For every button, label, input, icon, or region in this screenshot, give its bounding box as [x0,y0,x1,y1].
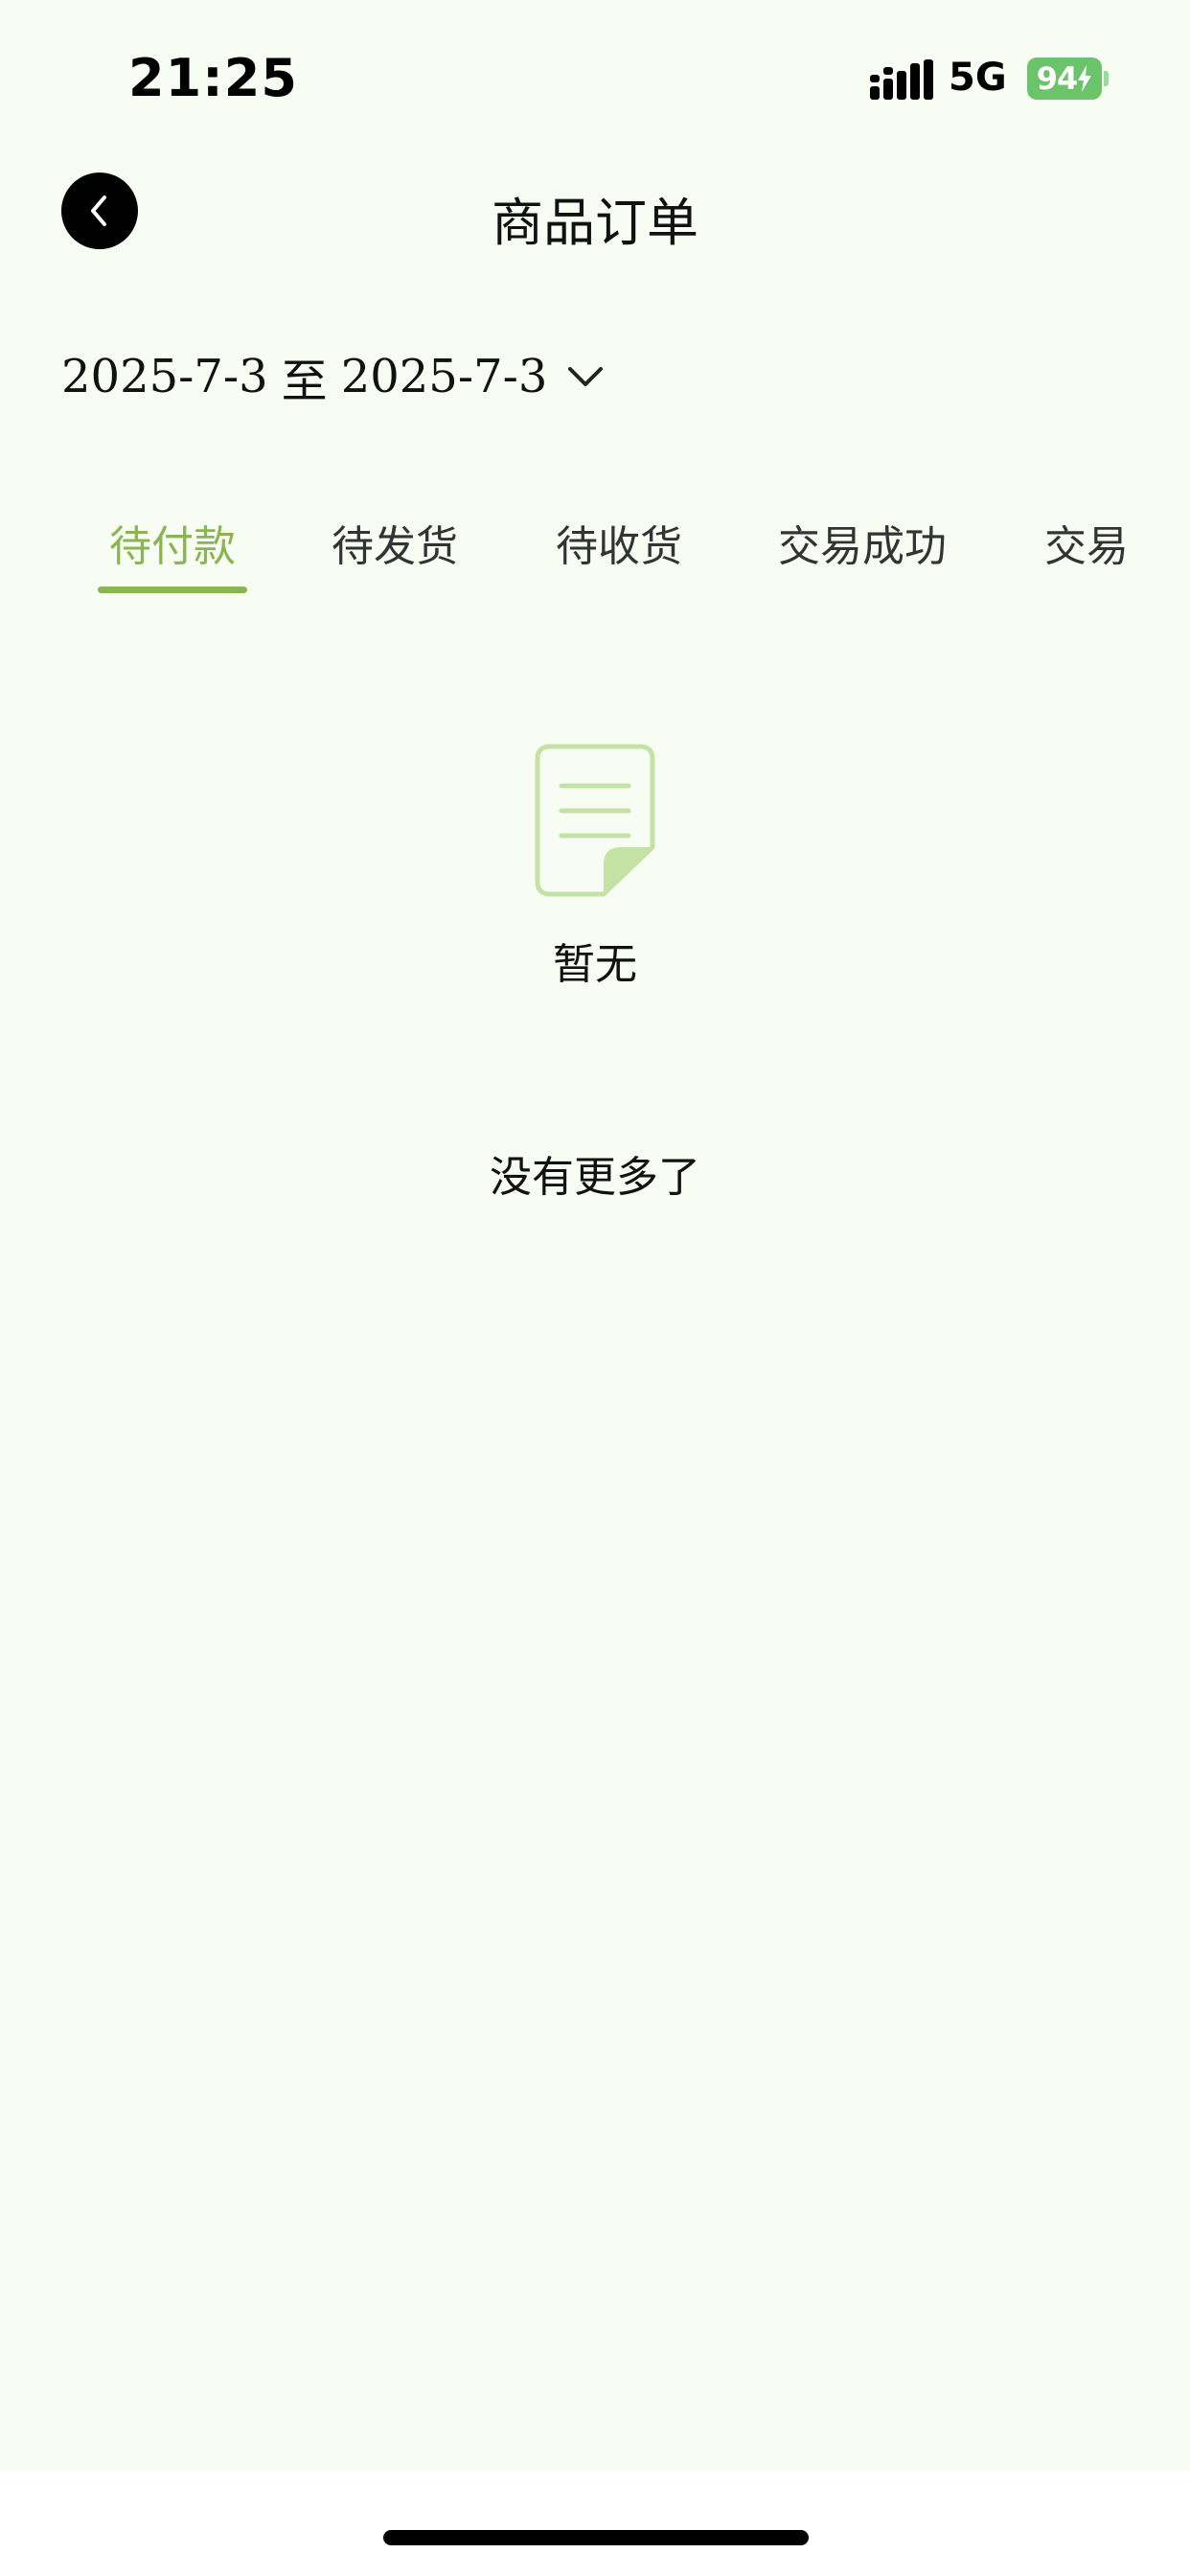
date-start: 2025-7-3 [61,350,268,403]
battery-indicator: 94 [1027,58,1109,100]
order-status-tabs: 待付款 待发货 待收货 交易成功 交易 [0,498,1190,604]
network-type: 5G [949,56,1007,100]
tab-pending-payment[interactable]: 待付款 [109,512,236,573]
date-end: 2025-7-3 [340,350,548,403]
tab-completed[interactable]: 交易成功 [778,512,947,573]
order-screen: 21:25 5G 94 商品订单 2025-7-3 至 2025-7-3 待付款… [0,0,1190,2471]
battery-body: 94 [1027,58,1102,100]
active-tab-indicator [98,586,247,593]
signal-bars-icon [870,59,933,100]
tab-pending-receipt[interactable]: 待收货 [556,512,682,573]
date-range-selector[interactable]: 2025-7-3 至 2025-7-3 [61,343,605,410]
document-icon [535,744,655,897]
status-bar: 21:25 5G 94 [0,0,1190,144]
tab-trade-closed[interactable]: 交易 [1044,512,1129,573]
lightning-icon [1078,65,1092,92]
battery-level: 94 [1036,60,1079,97]
tab-pending-shipment[interactable]: 待发货 [332,512,458,573]
list-end-text: 没有更多了 [490,1153,700,1202]
home-indicator[interactable] [383,2530,809,2545]
empty-state-text: 暂无 [553,940,637,989]
date-separator: 至 [281,355,328,408]
chevron-down-icon [568,367,604,386]
status-time: 21:25 [128,48,298,108]
page-title: 商品订单 [492,193,698,253]
battery-cap [1104,71,1109,86]
